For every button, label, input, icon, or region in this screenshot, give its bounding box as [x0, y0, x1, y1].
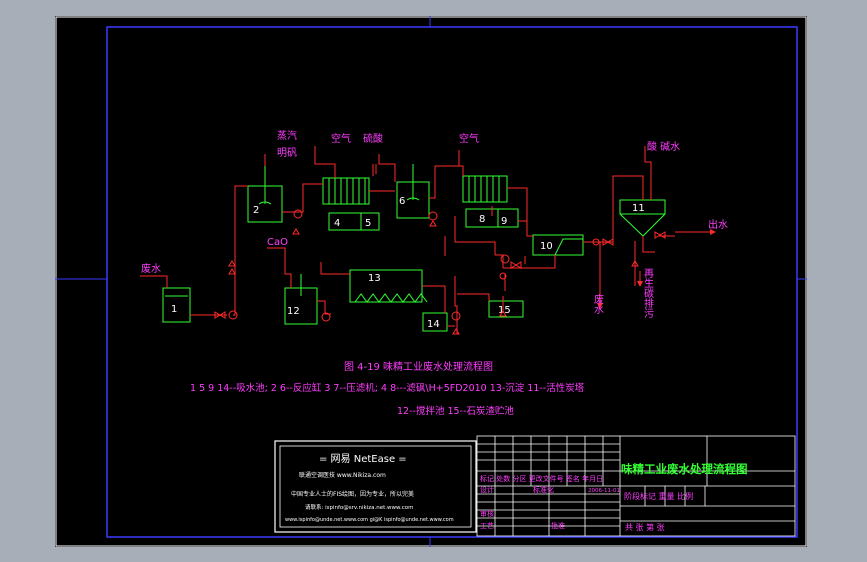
unit-label: 5 — [365, 218, 371, 229]
netease-title: = 网易 NetEase = — [319, 453, 407, 465]
revision-header: 标记 处数 分区 更改文件号 签名 年月日 — [480, 474, 603, 483]
label-wastewater: 废水 — [141, 262, 161, 275]
unit-label: 6 — [399, 196, 405, 207]
diagram-title: 图 4-19 味精工业废水处理流程图 — [344, 360, 493, 373]
label-waste-liquid: 废水 — [592, 293, 604, 314]
unit-3-filter-press — [322, 177, 370, 205]
netease-line-3: 请联系: ispinfo@srv.nikiza.net.www.com — [305, 503, 414, 511]
inner-border — [106, 26, 798, 538]
tb-stage-weight-scale: 阶段标记 重量 比例 — [624, 491, 693, 501]
unit-label: 11 — [632, 203, 645, 214]
label-cao: CaO — [267, 237, 288, 248]
title-block — [476, 435, 796, 537]
tb-approve: 批准 — [551, 521, 565, 530]
unit-label: 14 — [427, 319, 440, 330]
legend-line-2: 12--搅拌池 15--石炭渣贮池 — [397, 405, 514, 417]
netease-line-1: 联通空调医技 www.Nikiza.com — [299, 471, 386, 479]
label-air: 空气 — [331, 132, 351, 145]
unit-label: 9 — [501, 216, 507, 227]
label-acid-alkali-water: 酸 碱水 — [647, 140, 680, 153]
unit-label: 8 — [479, 214, 485, 225]
netease-line-4: www.ispinfo@unde.net.www.com gi@K ispinf… — [285, 517, 454, 523]
label-air: 空气 — [459, 132, 479, 145]
label-steam: 蒸汽 — [277, 129, 297, 142]
label-regen: 再生碳排污 — [642, 268, 654, 319]
unit-7-filter-press — [462, 175, 508, 203]
unit-label: 12 — [287, 306, 300, 317]
unit-label: 2 — [253, 205, 259, 216]
unit-label: 4 — [334, 218, 340, 229]
tb-standardization: 标准化 — [533, 485, 554, 494]
tb-review: 审核 — [480, 509, 494, 518]
netease-stamp: = 网易 NetEase = 联通空调医技 www.Nikiza.com 中国专… — [274, 440, 477, 533]
unit-label: 15 — [498, 305, 511, 316]
label-alum: 明矾 — [277, 147, 297, 159]
legend-line-1: 1 5 9 14--吸水池; 2 6--反应缸 3 7--压滤机; 4 8---… — [190, 382, 585, 394]
tb-process: 工艺 — [480, 522, 494, 530]
pipework — [140, 146, 700, 334]
drawing-sheet: 1 2 4 5 6 8 9 10 11 12 13 14 15 蒸汽 明矾 空气… — [55, 16, 807, 547]
unit-label: 10 — [540, 241, 553, 252]
label-outlet: 出水 — [708, 218, 728, 231]
process-flow-diagram: 1 2 4 5 6 8 9 10 11 12 13 14 15 蒸汽 明矾 空气… — [55, 16, 807, 547]
tb-sheets: 共 张 第 张 — [625, 522, 665, 532]
tb-design: 设计 — [480, 485, 494, 494]
unit-label: 13 — [368, 273, 381, 284]
label-sulfuric-acid: 硫酸 — [363, 132, 383, 145]
tb-drawing-title: 味精工业废水处理流程图 — [621, 462, 748, 476]
netease-line-2: 中国专业人士的FIS绘图，因为专业，所以完美 — [291, 490, 414, 498]
unit-label: 1 — [171, 304, 177, 315]
tb-date: 2006-11-01 — [588, 488, 620, 494]
